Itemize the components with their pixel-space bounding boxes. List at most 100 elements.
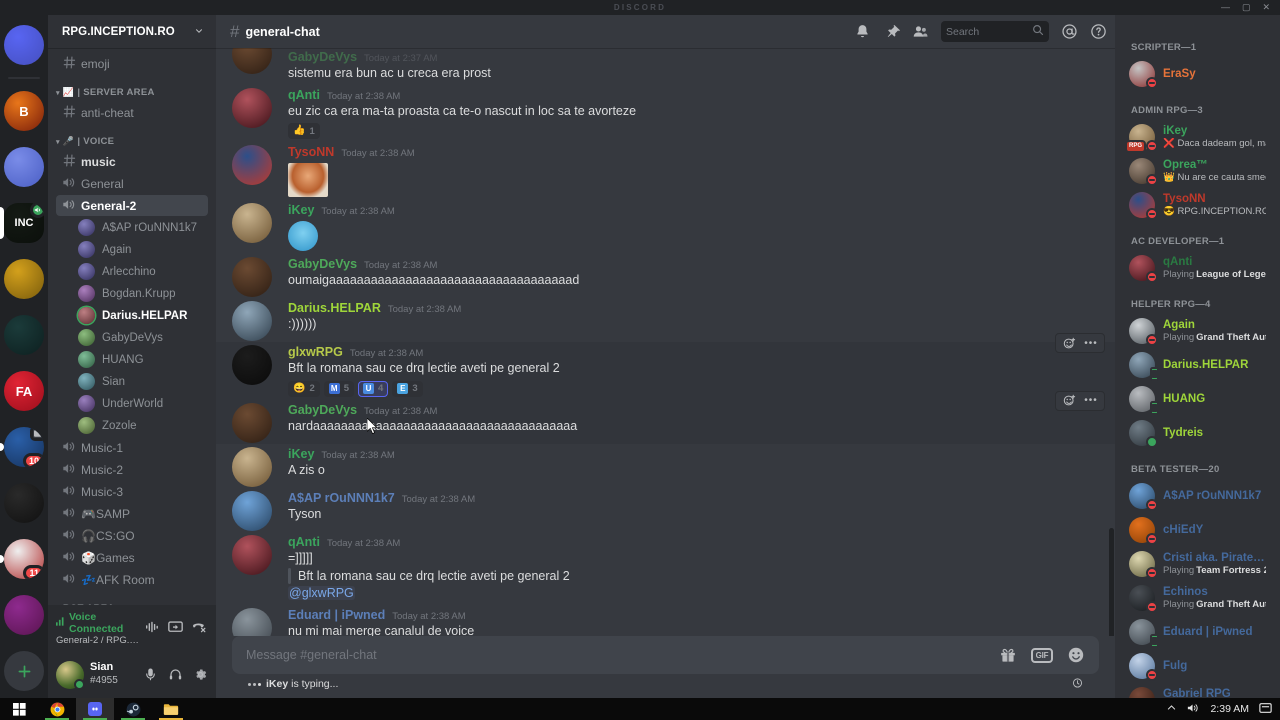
message-list[interactable]: GabyDeVys Today at 2:37 AM sistemu era bun… xyxy=(216,48,1115,636)
start-button[interactable] xyxy=(0,698,38,720)
taskbar-chrome[interactable] xyxy=(38,698,76,720)
member-row[interactable]: cHiEdY xyxy=(1123,513,1272,547)
avatar[interactable] xyxy=(232,87,272,128)
bell-icon[interactable] xyxy=(854,23,871,40)
channel-music[interactable]: music xyxy=(56,151,208,172)
channel---afk-room[interactable]: 💤AFK Room xyxy=(56,569,208,590)
member-list[interactable]: SCRIPTER—1 EraSy ADMIN RPG—3 RPG iKey ❌ Daca … xyxy=(1115,15,1280,698)
help-icon[interactable] xyxy=(1090,23,1107,40)
server-icon-royale[interactable] xyxy=(0,311,48,359)
channel-general-2[interactable]: General-2 xyxy=(56,195,208,216)
server-icon-cepic[interactable] xyxy=(0,143,48,191)
add-reaction-icon[interactable] xyxy=(1058,392,1080,410)
reaction[interactable]: 👍 1 xyxy=(288,123,320,140)
message[interactable]: GabyDeVys Today at 2:38 AM nardaaaaaaaaaaa… xyxy=(216,390,1115,444)
avatar[interactable] xyxy=(232,48,272,74)
headphones-icon[interactable] xyxy=(163,663,187,687)
channel-emoji[interactable]: emoji xyxy=(56,53,208,74)
message[interactable]: Darius.HELPAR Today at 2:38 AM:)))))) xyxy=(216,298,1115,342)
reaction[interactable]: U4 xyxy=(358,380,389,397)
channel-music-2[interactable]: Music-2 xyxy=(56,459,208,480)
settings-gear-icon[interactable] xyxy=(188,663,212,687)
member-row[interactable]: qAntiPlaying League of Legends 🖥 xyxy=(1123,251,1272,285)
message-attachment-scream-emoji[interactable] xyxy=(288,221,318,252)
channel-general[interactable]: General xyxy=(56,173,208,194)
member-row[interactable]: AgainPlaying Grand Theft Auto San ... xyxy=(1123,314,1272,348)
member-row[interactable]: Oprea™👑 Nu are ce cauta smecher c... xyxy=(1123,154,1272,188)
more-options-icon[interactable]: ••• xyxy=(1080,392,1102,410)
channel-music-3[interactable]: Music-3 xyxy=(56,481,208,502)
member-row[interactable]: EraSy xyxy=(1123,57,1272,91)
voice-member[interactable]: Darius.HELPAR xyxy=(72,305,208,326)
server-icon-red-car[interactable]: 11 xyxy=(0,535,48,583)
message[interactable]: glxwRPG Today at 2:38 AM Bft la romana sau… xyxy=(216,333,1115,400)
message[interactable]: A$AP rOuNNN1k7 Today at 2:38 AM Tyson xyxy=(216,488,1115,532)
taskbar-discord[interactable] xyxy=(76,698,114,720)
voice-member[interactable]: HUANG xyxy=(72,349,208,370)
message[interactable]: TysoNN Today at 2:38 AM xyxy=(216,142,1115,200)
voice-member[interactable]: Zozole xyxy=(72,415,208,436)
avatar[interactable] xyxy=(232,402,272,443)
server-icon-b-hood[interactable]: B xyxy=(0,87,48,135)
avatar[interactable] xyxy=(232,534,272,575)
server-header[interactable]: RPG.INCEPTION.RO xyxy=(48,15,216,48)
avatar[interactable] xyxy=(232,203,272,244)
server-icon-pirate[interactable] xyxy=(0,479,48,527)
member-row[interactable]: RPG iKey❌ Daca dadeam gol, marcam,... xyxy=(1123,120,1272,154)
avatar[interactable] xyxy=(232,607,272,636)
search-input[interactable] xyxy=(946,25,1032,38)
voice-member[interactable]: GabyDeVys xyxy=(72,327,208,348)
mic-icon[interactable] xyxy=(138,663,162,687)
reaction[interactable]: 😄 2 xyxy=(288,380,320,397)
reaction[interactable]: M5 xyxy=(323,380,355,397)
taskbar-steam[interactable] xyxy=(114,698,152,720)
avatar[interactable] xyxy=(232,446,272,487)
server-icon-vampiro[interactable] xyxy=(0,255,48,303)
member-row[interactable]: Darius.HELPAR xyxy=(1123,348,1272,382)
channel-category-bot-area[interactable]: ▾BOT AREA xyxy=(48,591,216,605)
mention-link[interactable]: @glxwRPG xyxy=(288,586,355,601)
message-attachment-meme-face[interactable] xyxy=(288,163,328,198)
avatar[interactable] xyxy=(232,145,272,186)
voice-member[interactable]: Arlecchino xyxy=(72,261,208,282)
gift-icon[interactable] xyxy=(999,646,1017,664)
member-row[interactable]: Tydreis xyxy=(1123,416,1272,450)
message[interactable]: iKey Today at 2:38 AM xyxy=(216,200,1115,254)
server-icon-inception[interactable]: INC xyxy=(0,199,48,247)
member-row[interactable]: TysoNN😎 RPG.INCEPTION.RO || ww... xyxy=(1123,188,1272,222)
avatar[interactable] xyxy=(232,345,272,386)
reaction[interactable]: E3 xyxy=(392,380,423,397)
message[interactable]: GabyDeVys Today at 2:37 AM sistemu era bun… xyxy=(216,48,1115,85)
pin-icon[interactable] xyxy=(883,23,900,40)
maximize-button[interactable]: ▢ xyxy=(1242,3,1251,12)
more-options-icon[interactable]: ••• xyxy=(1080,334,1102,352)
avatar[interactable] xyxy=(56,660,85,690)
channel-list[interactable]: emoji ▾ 📈 | SERVER AREA anti-cheat ▾ 🎤 | VOICE m… xyxy=(48,48,216,605)
member-row[interactable]: Fulg xyxy=(1123,649,1272,683)
channel-category-server-area[interactable]: ▾ 📈 | SERVER AREA xyxy=(48,75,216,101)
message[interactable]: Eduard | iPwned Today at 2:38 AM nu mi mai… xyxy=(216,605,1115,636)
message[interactable]: GabyDeVys Today at 2:38 AM oumaigaaaaaaaaa… xyxy=(216,254,1115,298)
add-reaction-icon[interactable] xyxy=(1058,334,1080,352)
channel-category-voice[interactable]: ▾ 🎤 | VOICE xyxy=(48,124,216,150)
member-row[interactable]: Gabriel RPG[ 💚 ] RPG.INCEPTION.RO [ 💚 ] xyxy=(1123,683,1272,698)
add-server-button[interactable] xyxy=(0,647,48,695)
screen-share-icon[interactable] xyxy=(166,619,185,639)
message[interactable]: qAnti Today at 2:38 AM =]]]]] Bft la romana… xyxy=(216,532,1115,605)
taskbar-file-explorer[interactable] xyxy=(152,698,190,720)
server-icon-purple[interactable] xyxy=(0,591,48,639)
notification-icon[interactable] xyxy=(1259,702,1272,717)
channel-anti-cheat[interactable]: anti-cheat xyxy=(56,102,208,123)
channel-music-1[interactable]: Music-1 xyxy=(56,437,208,458)
avatar[interactable] xyxy=(232,301,272,342)
channel---cs-go[interactable]: 🎧CS:GO xyxy=(56,525,208,546)
member-row[interactable]: A$AP rOuNNN1k7 xyxy=(1123,479,1272,513)
message[interactable]: iKey Today at 2:38 AM A zis o xyxy=(216,444,1115,488)
members-icon[interactable] xyxy=(912,23,929,40)
member-row[interactable]: HUANG xyxy=(1123,382,1272,416)
search-box[interactable] xyxy=(941,21,1049,42)
close-button[interactable]: ✕ xyxy=(1262,3,1270,12)
voice-member[interactable]: Bogdan.Krupp xyxy=(72,283,208,304)
chevron-up-icon[interactable] xyxy=(1166,702,1177,716)
emoji-icon[interactable] xyxy=(1067,646,1085,664)
